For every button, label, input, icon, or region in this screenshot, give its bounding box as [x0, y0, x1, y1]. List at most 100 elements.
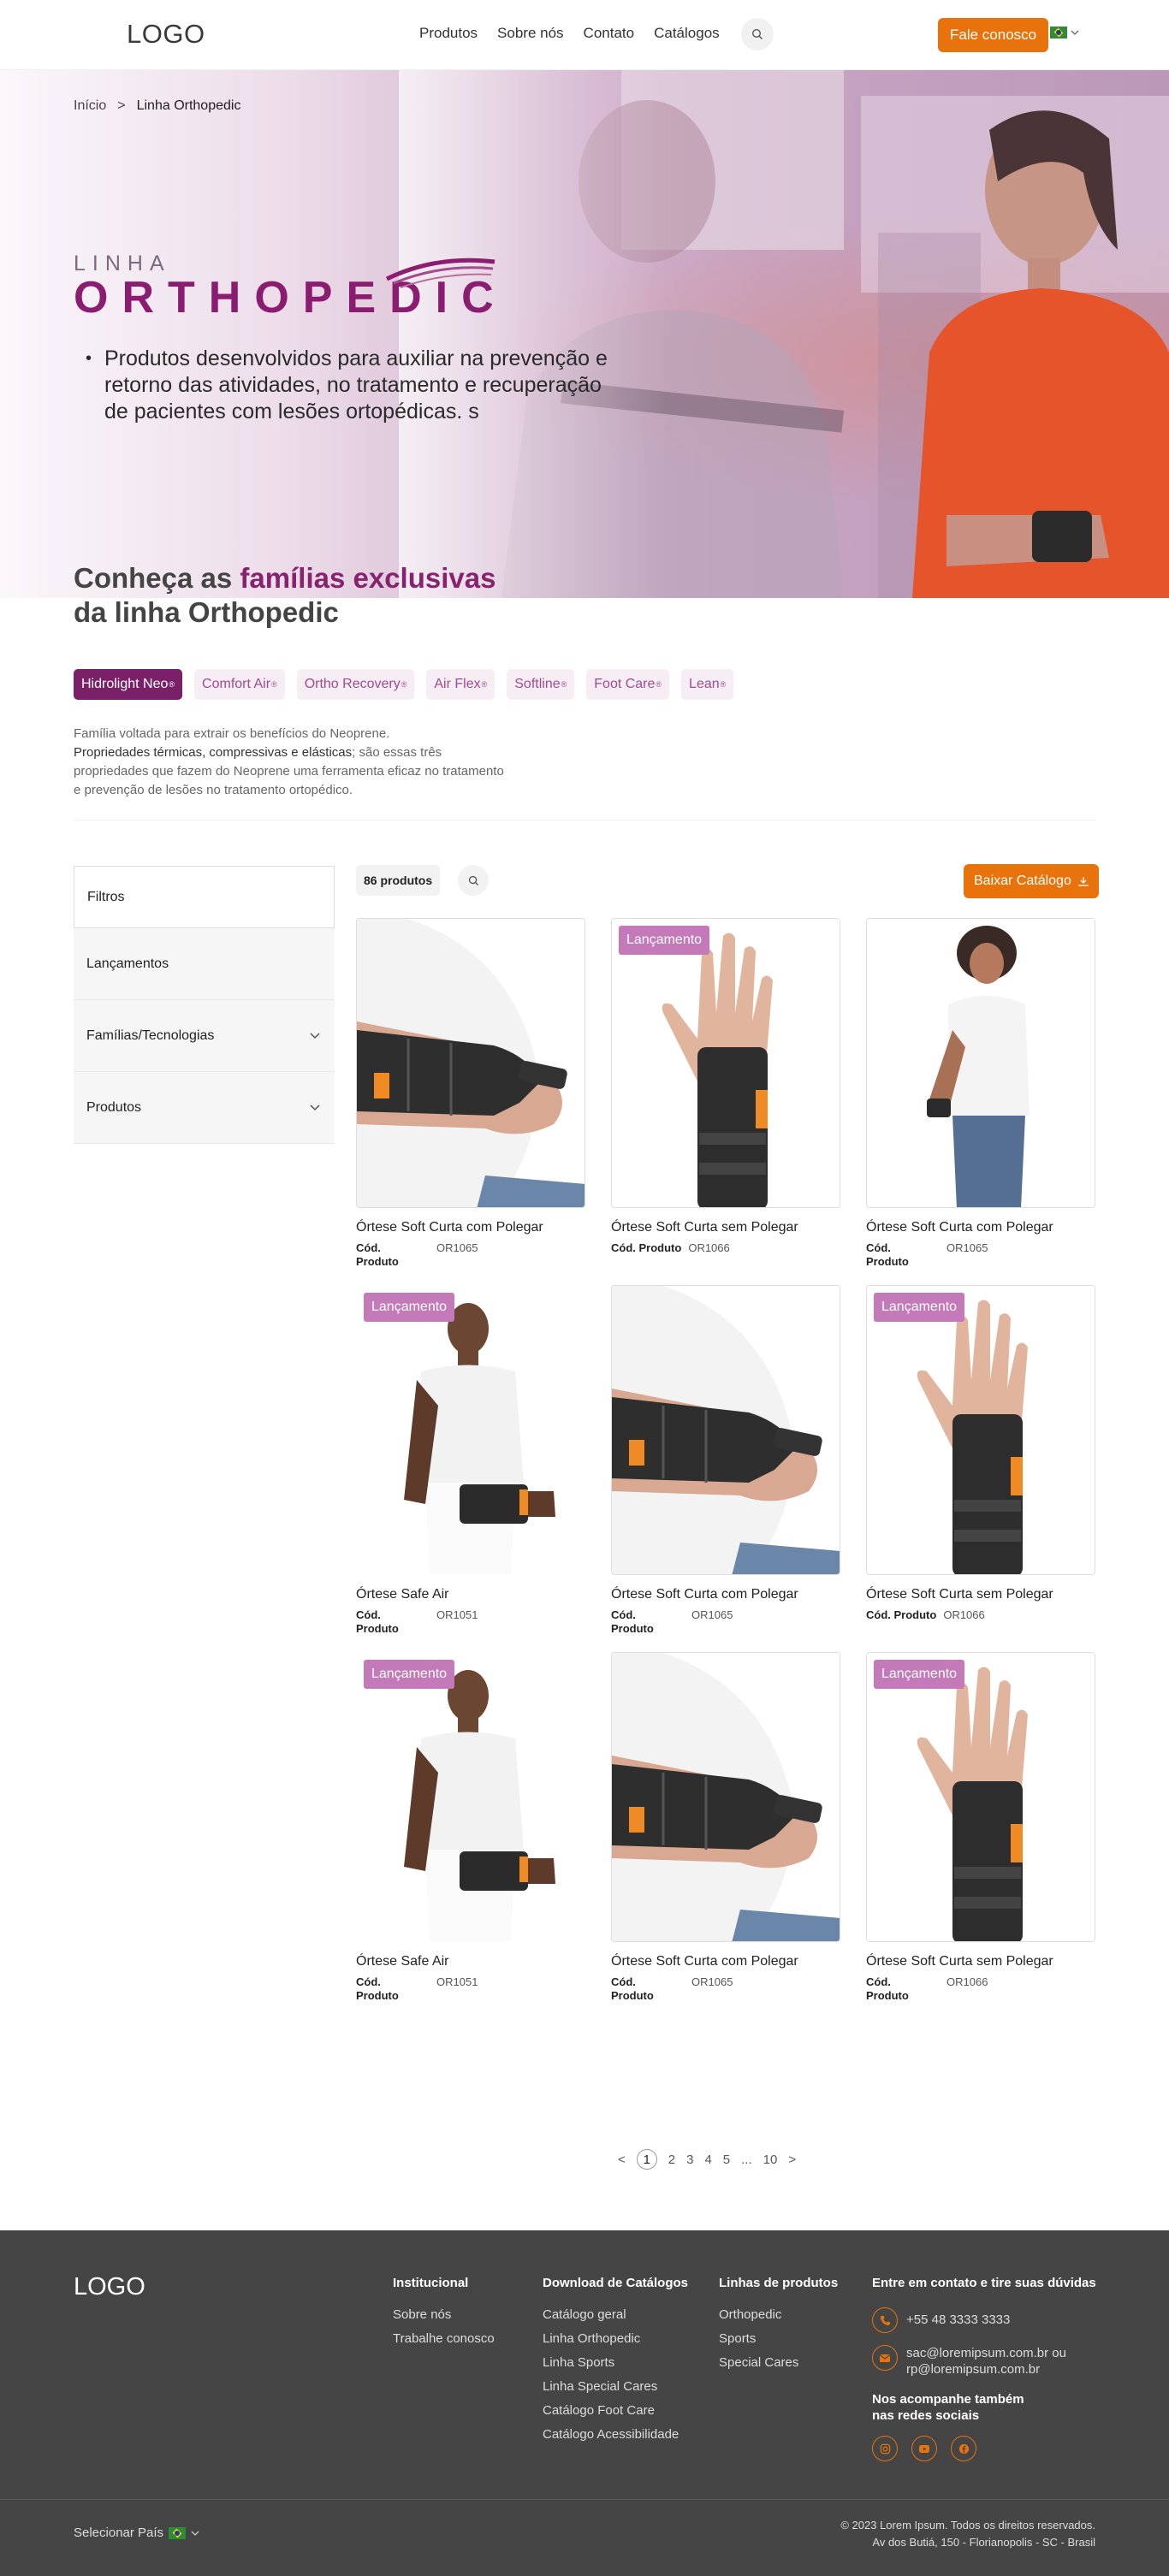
product-name[interactable]: Órtese Soft Curta com Polegar	[866, 1220, 1095, 1235]
family-chip-5[interactable]: Foot Care ®	[586, 669, 670, 700]
footer-phone[interactable]: +55 48 3333 3333	[872, 2307, 1103, 2333]
product-image[interactable]: Lançamento	[356, 1285, 585, 1575]
filter-familias[interactable]: Famílias/Tecnologias	[74, 1000, 335, 1072]
footer-link[interactable]: Trabalhe conosco	[393, 2331, 495, 2346]
nav-sobre-nos[interactable]: Sobre nós	[497, 25, 564, 42]
pagination-page[interactable]: 4	[704, 2153, 711, 2167]
product-code-value: OR1051	[436, 1975, 478, 1988]
nav-produtos[interactable]: Produtos	[419, 25, 478, 42]
product-name[interactable]: Órtese Soft Curta sem Polegar	[866, 1587, 1095, 1602]
product-card[interactable]: Órtese Soft Curta com Polegar Cód. Produt…	[356, 918, 585, 1285]
product-card[interactable]: Órtese Soft Curta com Polegar Cód. Produt…	[866, 918, 1095, 1285]
product-card[interactable]: Lançamento Órtese Soft Curta sem Polegar…	[866, 1285, 1095, 1652]
download-icon	[1078, 877, 1089, 886]
social-title: Nos acompanhe também nas redes sociais	[872, 2392, 1024, 2423]
new-badge: Lançamento	[874, 1660, 965, 1689]
product-card[interactable]: Lançamento Órtese Soft Curta sem Polegar…	[866, 1652, 1095, 2019]
product-image[interactable]	[611, 1652, 840, 1942]
search-icon[interactable]	[741, 18, 774, 50]
families-title: Conheça as famílias exclusivas da linha …	[74, 562, 496, 628]
brazil-flag-icon	[169, 2526, 187, 2539]
nav-contato[interactable]: Contato	[584, 25, 635, 42]
family-chip-6[interactable]: Lean ®	[681, 669, 734, 700]
hero-banner: Início > Linha Orthopedic LINHA ORTHOPED…	[0, 70, 1169, 598]
pagination-page[interactable]: 1	[636, 2149, 657, 2170]
footer-contato: Entre em contato e tire suas dúvidas +55…	[872, 2276, 1103, 2461]
family-chip-list: Hidrolight Neo ® Comfort Air ® Ortho Recover…	[74, 669, 734, 700]
product-card[interactable]: Lançamento Órtese Soft Curta sem Polegar…	[611, 918, 840, 1285]
pagination-page[interactable]: 3	[686, 2153, 693, 2167]
copyright: © 2023 Lorem Ipsum. Todos os direitos re…	[840, 2519, 1095, 2549]
pagination-page[interactable]: 5	[723, 2153, 730, 2167]
breadcrumb-home[interactable]: Início	[74, 98, 106, 114]
pagination-page[interactable]: 2	[668, 2153, 675, 2167]
search-icon[interactable]	[458, 865, 489, 896]
youtube-icon[interactable]	[911, 2436, 937, 2461]
footer-link[interactable]: Linha Sports	[543, 2355, 688, 2370]
product-image[interactable]	[866, 918, 1095, 1208]
pagination-page[interactable]: 10	[763, 2153, 778, 2167]
product-image[interactable]: Lançamento	[866, 1652, 1095, 1942]
product-name[interactable]: Órtese Safe Air	[356, 1587, 585, 1602]
chevron-down-icon	[1071, 30, 1079, 35]
product-code-label: Cód. Produto	[356, 1241, 399, 1268]
footer-catalogos: Download de Catálogos Catálogo geral Lin…	[543, 2276, 689, 2442]
footer-link[interactable]: Orthopedic	[719, 2307, 838, 2322]
footer-logo[interactable]: LOGO	[74, 2273, 145, 2301]
family-chip-2[interactable]: Ortho Recovery ®	[296, 669, 415, 700]
instagram-icon[interactable]	[872, 2436, 898, 2461]
product-code: Cód. Produto OR1066	[611, 1241, 840, 1255]
product-image[interactable]	[611, 1285, 840, 1575]
product-code-value: OR1065	[691, 1608, 733, 1621]
product-name[interactable]: Órtese Soft Curta com Polegar	[611, 1954, 840, 1969]
main-nav: Produtos Sobre nós Contato Catálogos	[419, 25, 720, 42]
product-card[interactable]: Órtese Soft Curta com Polegar Cód. Produt…	[611, 1652, 840, 2019]
hero-photo	[399, 70, 1169, 598]
filter-produtos[interactable]: Produtos	[74, 1072, 335, 1144]
social-links	[872, 2436, 1103, 2461]
nav-catalogos[interactable]: Catálogos	[654, 25, 720, 42]
new-badge: Lançamento	[619, 926, 710, 955]
product-code: Cód. Produto OR1066	[866, 1608, 1095, 1622]
footer-link[interactable]: Special Cares	[719, 2355, 838, 2370]
product-image[interactable]: Lançamento	[611, 918, 840, 1208]
site-header: LOGO Produtos Sobre nós Contato Catálogo…	[0, 0, 1169, 70]
product-code-label: Cód. Produto	[356, 1608, 399, 1635]
family-chip-0[interactable]: Hidrolight Neo ®	[74, 669, 183, 700]
footer-link[interactable]: Sports	[719, 2331, 838, 2346]
product-image[interactable]	[356, 918, 585, 1208]
filter-lancamentos[interactable]: Lançamentos	[74, 928, 335, 1000]
footer-link[interactable]: Catálogo geral	[543, 2307, 688, 2322]
footer-email[interactable]: sac@loremipsum.com.br ou rp@loremipsum.c…	[872, 2345, 1103, 2378]
footer-link[interactable]: Sobre nós	[393, 2307, 495, 2322]
product-name[interactable]: Órtese Soft Curta sem Polegar	[611, 1220, 840, 1235]
product-image[interactable]: Lançamento	[866, 1285, 1095, 1575]
product-name[interactable]: Órtese Soft Curta com Polegar	[356, 1220, 585, 1235]
site-logo[interactable]: LOGO	[127, 19, 205, 50]
product-card[interactable]: Órtese Soft Curta com Polegar Cód. Produt…	[611, 1285, 840, 1652]
product-name[interactable]: Órtese Soft Curta sem Polegar	[866, 1954, 1095, 1969]
footer-link[interactable]: Linha Orthopedic	[543, 2331, 688, 2346]
footer-link[interactable]: Linha Special Cares	[543, 2379, 688, 2394]
facebook-icon[interactable]	[951, 2436, 976, 2461]
country-selector[interactable]: Selecionar País	[74, 2526, 199, 2540]
family-chip-4[interactable]: Softline ®	[507, 669, 575, 700]
family-chip-3[interactable]: Air Flex ®	[426, 669, 495, 700]
contact-button[interactable]: Fale conosco	[938, 18, 1049, 52]
pagination-prev[interactable]: <	[618, 2153, 626, 2167]
product-card[interactable]: Lançamento Órtese Safe Air Cód. Produto O…	[356, 1652, 585, 2019]
footer-link[interactable]: Catálogo Foot Care	[543, 2403, 688, 2418]
language-selector[interactable]	[1050, 27, 1079, 38]
product-card[interactable]: Lançamento Órtese Safe Air Cód. Produto O…	[356, 1285, 585, 1652]
product-code-value: OR1066	[688, 1241, 730, 1254]
product-image[interactable]: Lançamento	[356, 1652, 585, 1942]
swoosh-logo-mark	[385, 258, 495, 288]
footer-link[interactable]: Catálogo Acessibilidade	[543, 2427, 688, 2442]
product-name[interactable]: Órtese Soft Curta com Polegar	[611, 1587, 840, 1602]
family-chip-1[interactable]: Comfort Air ®	[194, 669, 285, 700]
product-code-label: Cód. Produto	[866, 1608, 937, 1621]
breadcrumb-separator: >	[117, 98, 126, 113]
pagination-next[interactable]: >	[788, 2153, 796, 2167]
download-catalog-button[interactable]: Baixar Catálogo	[964, 864, 1099, 898]
product-name[interactable]: Órtese Safe Air	[356, 1954, 585, 1969]
